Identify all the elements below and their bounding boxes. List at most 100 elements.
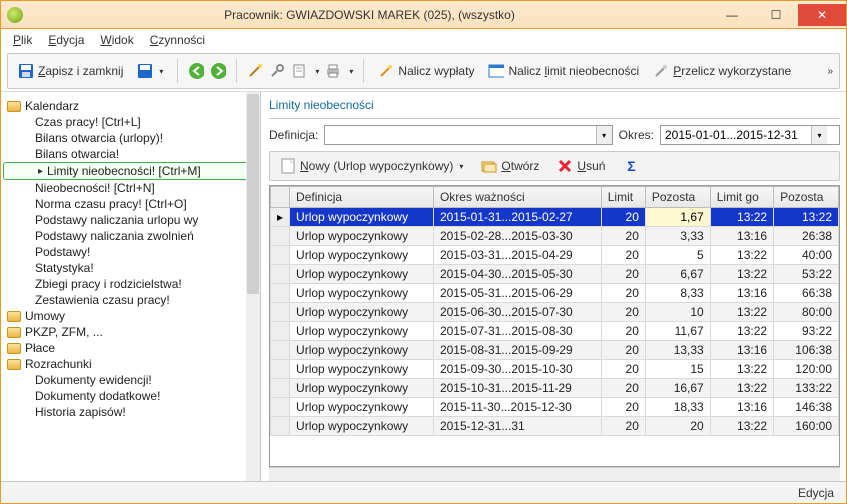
- cell-pozostalo: 13,33: [645, 341, 710, 360]
- table-row[interactable]: Urlop wypoczynkowy2015-07-31...2015-08-3…: [271, 322, 839, 341]
- tree-item-dok-dodat[interactable]: Dokumenty dodatkowe!: [3, 388, 258, 404]
- table-row[interactable]: Urlop wypoczynkowy2015-05-31...2015-06-2…: [271, 284, 839, 303]
- chevron-down-icon[interactable]: ▾: [159, 67, 163, 76]
- tree-folder-kalendarz[interactable]: Kalendarz: [3, 98, 258, 114]
- col-limit[interactable]: Limit: [601, 187, 645, 208]
- folder-icon: [7, 311, 21, 322]
- table-row[interactable]: Urlop wypoczynkowy2015-06-30...2015-07-3…: [271, 303, 839, 322]
- scrollbar-thumb[interactable]: [247, 94, 259, 294]
- cell-limitgodz: 13:22: [710, 379, 773, 398]
- tree-label: Dokumenty ewidencji!: [35, 373, 152, 387]
- tree-item-norma[interactable]: Norma czasu pracy! [Ctrl+O]: [3, 196, 258, 212]
- tree-item-podstawy-zwoln[interactable]: Podstawy naliczania zwolnień: [3, 228, 258, 244]
- menu-plik[interactable]: Plik: [13, 33, 32, 47]
- cell-limit: 20: [601, 322, 645, 341]
- okres-combo[interactable]: ▾: [660, 125, 840, 145]
- tree-item-zestawienia[interactable]: Zestawienia czasu pracy!: [3, 292, 258, 308]
- page-icon[interactable]: [291, 63, 307, 79]
- tree-item-statystyka[interactable]: Statystyka!: [3, 260, 258, 276]
- tree-pane[interactable]: Kalendarz Czas pracy! [Ctrl+L] Bilans ot…: [1, 92, 261, 481]
- grid[interactable]: Definicja Okres ważności Limit Pozosta L…: [269, 185, 840, 467]
- table-row[interactable]: Urlop wypoczynkowy2015-09-30...2015-10-3…: [271, 360, 839, 379]
- maximize-button[interactable]: ☐: [754, 4, 798, 26]
- back-button[interactable]: [188, 63, 204, 79]
- okres-label: Okres:: [619, 128, 654, 142]
- chevron-down-icon[interactable]: ▾: [811, 126, 827, 144]
- save-close-button[interactable]: Zapisz i zamknij: [14, 61, 127, 81]
- tree-item-nieobecnosci[interactable]: Nieobecności! [Ctrl+N]: [3, 180, 258, 196]
- table-row[interactable]: Urlop wypoczynkowy2015-02-28...2015-03-3…: [271, 227, 839, 246]
- forward-button[interactable]: [210, 63, 226, 79]
- cell-limitgodz: 13:22: [710, 303, 773, 322]
- row-indicator: [271, 398, 290, 417]
- col-definicja[interactable]: Definicja: [290, 187, 434, 208]
- row-indicator: [271, 227, 290, 246]
- cell-limit: 20: [601, 398, 645, 417]
- cell-limit: 20: [601, 379, 645, 398]
- tree-item-podstawy[interactable]: Podstawy!: [3, 244, 258, 260]
- tree-label: Rozrachunki: [25, 357, 92, 371]
- wand-icon[interactable]: [247, 63, 263, 79]
- col-limitgodz[interactable]: Limit go: [710, 187, 773, 208]
- col-okres[interactable]: Okres ważności: [433, 187, 601, 208]
- cell-pozostalo: 10: [645, 303, 710, 322]
- open-icon: [481, 158, 497, 174]
- menu-widok[interactable]: Widok: [100, 33, 133, 47]
- usun-button[interactable]: Usuń: [553, 156, 609, 176]
- col-pozostalo[interactable]: Pozosta: [645, 187, 710, 208]
- statusbar: Edycja: [1, 481, 846, 503]
- close-button[interactable]: ✕: [798, 4, 846, 26]
- nalicz-limit-button[interactable]: Nalicz limit nieobecności: [484, 61, 643, 81]
- chevron-down-icon[interactable]: ▾: [315, 67, 319, 76]
- przelicz-button[interactable]: Przelicz wykorzystane: [649, 61, 795, 81]
- tree-item-bilans-urlopy[interactable]: Bilans otwarcia (urlopy)!: [3, 130, 258, 146]
- tree-label: Bilans otwarcia!: [35, 147, 119, 161]
- tree-item-podstawy-urlop[interactable]: Podstawy naliczania urlopu wy: [3, 212, 258, 228]
- table-row[interactable]: Urlop wypoczynkowy2015-11-30...2015-12-3…: [271, 398, 839, 417]
- cell-limit: 20: [601, 417, 645, 436]
- menu-edycja[interactable]: Edycja: [48, 33, 84, 47]
- grid-hscrollbar[interactable]: [269, 467, 840, 481]
- tree-item-dok-ewid[interactable]: Dokumenty ewidencji!: [3, 372, 258, 388]
- table-row[interactable]: Urlop wypoczynkowy2015-03-31...2015-04-2…: [271, 246, 839, 265]
- nowy-button[interactable]: Nowy (Urlop wypoczynkowy) ▾: [276, 156, 467, 176]
- col-pozostalo2[interactable]: Pozosta: [774, 187, 839, 208]
- chevron-down-icon[interactable]: ▾: [596, 126, 612, 144]
- menu-czynnosci[interactable]: Czynności: [150, 33, 205, 47]
- nowy-label: Nowy (Urlop wypoczynkowy): [300, 159, 453, 173]
- tree-folder-rozrachunki[interactable]: Rozrachunki: [3, 356, 258, 372]
- definicja-combo[interactable]: ▾: [324, 125, 612, 145]
- cell-pozostalo2: 80:00: [774, 303, 839, 322]
- tree-label: Norma czasu pracy! [Ctrl+O]: [35, 197, 187, 211]
- tree-item-limity-selected[interactable]: ▸Limity nieobecności! [Ctrl+M]: [3, 162, 258, 180]
- okres-input[interactable]: [661, 128, 811, 142]
- nalicz-wyplaty-button[interactable]: Nalicz wypłaty: [374, 61, 478, 81]
- tree-scrollbar[interactable]: [246, 92, 260, 481]
- table-row[interactable]: Urlop wypoczynkowy2015-08-31...2015-09-2…: [271, 341, 839, 360]
- tree-item-historia[interactable]: Historia zapisów!: [3, 404, 258, 420]
- chevron-down-icon[interactable]: ▾: [459, 162, 463, 171]
- panel-title: Limity nieobecności: [269, 98, 840, 112]
- otworz-button[interactable]: Otwórz: [477, 156, 543, 176]
- overflow-chevron-icon[interactable]: »: [827, 66, 833, 77]
- print-icon[interactable]: [325, 63, 341, 79]
- cell-okres: 2015-02-28...2015-03-30: [433, 227, 601, 246]
- cell-definicja: Urlop wypoczynkowy: [290, 265, 434, 284]
- tree-folder-umowy[interactable]: Umowy: [3, 308, 258, 324]
- table-row[interactable]: ▸Urlop wypoczynkowy2015-01-31...2015-02-…: [271, 208, 839, 227]
- table-row[interactable]: Urlop wypoczynkowy2015-12-31...31202013:…: [271, 417, 839, 436]
- chevron-down-icon[interactable]: ▾: [349, 67, 353, 76]
- sigma-button[interactable]: Σ: [619, 156, 643, 176]
- separator: [236, 59, 237, 83]
- tools-icon[interactable]: [269, 63, 285, 79]
- table-row[interactable]: Urlop wypoczynkowy2015-04-30...2015-05-3…: [271, 265, 839, 284]
- save-button[interactable]: ▾: [133, 61, 167, 81]
- tree-item-bilans[interactable]: Bilans otwarcia!: [3, 146, 258, 162]
- tree-folder-pkzp[interactable]: PKZP, ZFM, ...: [3, 324, 258, 340]
- tree-item-zbiegi[interactable]: Zbiegi pracy i rodzicielstwa!: [3, 276, 258, 292]
- minimize-button[interactable]: —: [710, 4, 754, 26]
- tree-folder-place[interactable]: Płace: [3, 340, 258, 356]
- table-row[interactable]: Urlop wypoczynkowy2015-10-31...2015-11-2…: [271, 379, 839, 398]
- row-indicator-header: [271, 187, 290, 208]
- tree-item-czas-pracy[interactable]: Czas pracy! [Ctrl+L]: [3, 114, 258, 130]
